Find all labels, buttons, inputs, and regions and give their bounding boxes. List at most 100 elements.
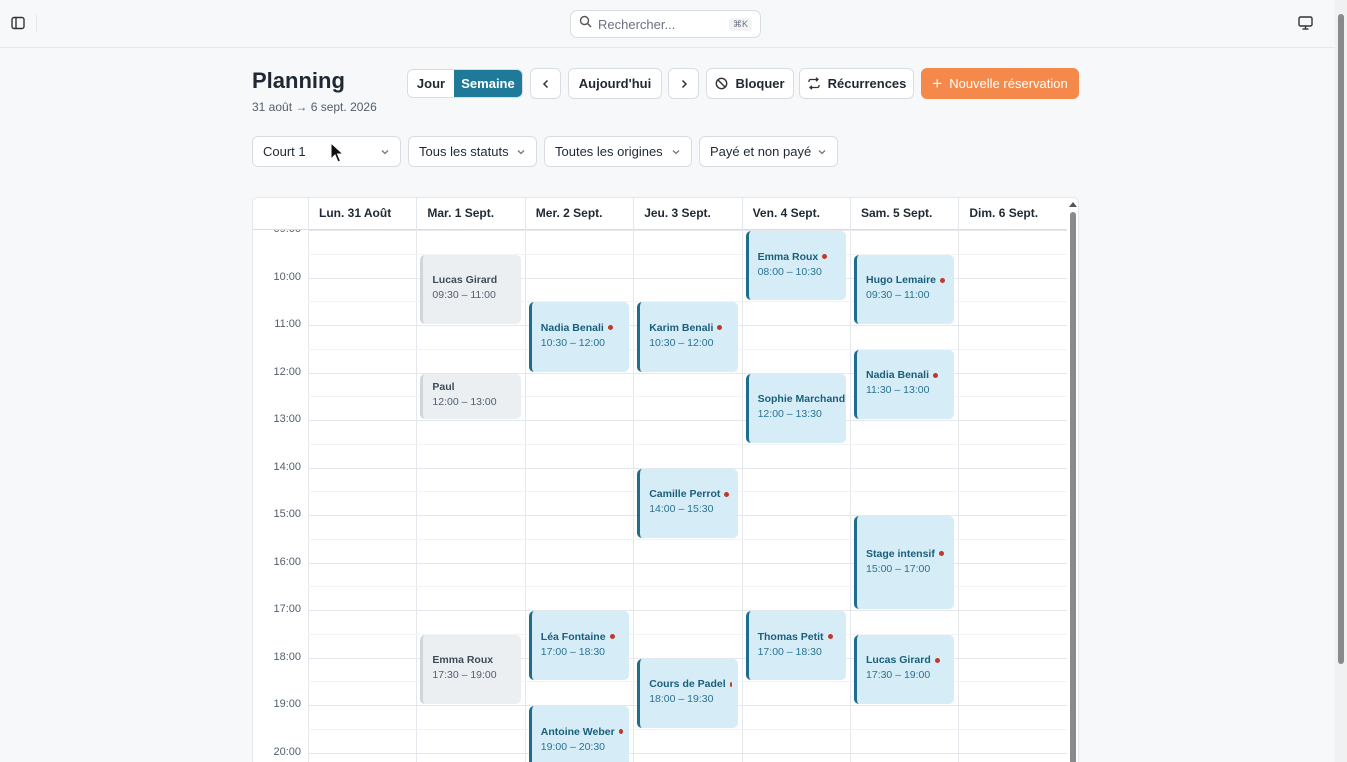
booking-name: Hugo Lemaire bbox=[866, 274, 948, 286]
booking-time: 15:00 – 17:00 bbox=[866, 562, 931, 575]
booking-event[interactable]: Cours de Padel 18:00 – 19:30 bbox=[637, 658, 738, 728]
booking-name: Sophie Marchand bbox=[758, 393, 846, 405]
half-hour-line bbox=[308, 443, 1067, 445]
day-header: Ven. 4 Sept. bbox=[741, 198, 850, 230]
repeat-icon bbox=[807, 77, 820, 90]
booking-name-text: Cours de Padel bbox=[649, 678, 726, 691]
status-filter[interactable]: Tous les statuts bbox=[408, 136, 537, 167]
day-header: Sam. 5 Sept. bbox=[850, 198, 958, 230]
unpaid-dot-icon bbox=[724, 491, 730, 497]
unpaid-dot-icon bbox=[827, 634, 833, 640]
booking-name-text: Léa Fontaine bbox=[540, 630, 606, 643]
booking-name-text: Sophie Marchand bbox=[757, 393, 846, 406]
origin-filter-value: Toutes les origines bbox=[555, 144, 663, 159]
hour-line bbox=[308, 752, 1067, 754]
time-label: 11:00 bbox=[274, 318, 301, 330]
booking-time: 08:00 – 10:30 bbox=[757, 265, 822, 278]
booking-event[interactable]: Thomas Petit 17:00 – 18:30 bbox=[745, 611, 846, 681]
week-calendar: Lun. 31 Août Mar. 1 Sept. Mer. 2 Sept. Jeu.… bbox=[252, 197, 1079, 762]
view-day-button[interactable]: Jour bbox=[408, 70, 454, 97]
unpaid-dot-icon bbox=[717, 325, 723, 331]
previous-week-button[interactable] bbox=[530, 68, 561, 99]
view-week-button[interactable]: Semaine bbox=[454, 70, 522, 97]
payment-filter[interactable]: Payé et non payé bbox=[699, 136, 838, 167]
booking-name: Stage intensif bbox=[866, 548, 948, 560]
hour-line bbox=[308, 610, 1067, 611]
booking-name: Nadia Benali bbox=[541, 322, 623, 334]
top-bar: Rechercher... ⌘K bbox=[0, 0, 1335, 48]
booking-event[interactable]: Antoine Weber 19:00 – 20:30 bbox=[528, 706, 630, 762]
half-hour-line bbox=[308, 728, 1067, 730]
new-booking-button-label: Nouvelle réservation bbox=[949, 76, 1068, 91]
booking-event[interactable]: Emma Roux 17:30 – 19:00 bbox=[420, 634, 521, 704]
recurrences-button-label: Récurrences bbox=[827, 76, 907, 91]
booking-name: Emma Roux bbox=[432, 654, 514, 666]
unpaid-dot-icon bbox=[934, 657, 940, 663]
booking-event[interactable]: Paul 12:00 – 13:00 bbox=[420, 373, 521, 419]
booking-name: Nadia Benali bbox=[866, 369, 948, 381]
calendar-scrollbar[interactable] bbox=[1067, 198, 1078, 762]
scroll-up-arrow-icon[interactable] bbox=[1069, 202, 1077, 207]
chevron-left-icon bbox=[542, 79, 548, 88]
booking-name-text: Emma Roux bbox=[757, 250, 819, 263]
chevron-down-icon bbox=[517, 149, 525, 154]
unpaid-dot-icon bbox=[607, 325, 613, 331]
next-week-button[interactable] bbox=[668, 68, 699, 99]
booking-event[interactable]: Léa Fontaine 17:00 – 18:30 bbox=[528, 611, 630, 681]
time-label: 18:00 bbox=[273, 650, 301, 663]
monitor-icon[interactable] bbox=[1296, 14, 1314, 32]
booking-name-text: Thomas Petit bbox=[757, 630, 824, 643]
chevron-down-icon bbox=[672, 149, 680, 154]
booking-event[interactable]: Nadia Benali 10:30 – 12:00 bbox=[528, 302, 630, 372]
day-header: Dim. 6 Sept. bbox=[958, 198, 1066, 230]
calendar-scrollbar-thumb[interactable] bbox=[1070, 212, 1076, 762]
booking-name: Léa Fontaine bbox=[541, 631, 623, 643]
view-switcher: Jour Semaine bbox=[407, 69, 523, 98]
booking-name: Emma Roux bbox=[758, 251, 840, 263]
page-scrollbar[interactable] bbox=[1335, 0, 1347, 762]
unpaid-dot-icon bbox=[822, 254, 828, 260]
sidebar-toggle-icon[interactable] bbox=[9, 14, 27, 32]
unpaid-dot-icon bbox=[940, 277, 946, 283]
today-button[interactable]: Aujourd'hui bbox=[568, 68, 662, 99]
origin-filter[interactable]: Toutes les origines bbox=[544, 136, 692, 167]
booking-time: 10:30 – 12:00 bbox=[540, 336, 606, 349]
ban-icon bbox=[716, 77, 728, 90]
booking-name: Cours de Padel bbox=[649, 678, 732, 691]
booking-event[interactable]: Stage intensif 15:00 – 17:00 bbox=[854, 516, 955, 609]
booking-event[interactable]: Hugo Lemaire 09:30 – 11:00 bbox=[854, 254, 955, 324]
search-shortcut: ⌘K bbox=[728, 17, 752, 31]
booking-name: Karim Benali bbox=[649, 322, 731, 334]
booking-name-text: Hugo Lemaire bbox=[866, 274, 937, 287]
day-header: Mar. 1 Sept. bbox=[416, 198, 524, 230]
payment-filter-value: Payé et non payé bbox=[710, 144, 812, 159]
booking-event[interactable]: Lucas Girard 17:30 – 19:00 bbox=[854, 634, 955, 704]
page-scrollbar-thumb[interactable] bbox=[1338, 14, 1344, 664]
booking-name: Camille Perrot bbox=[649, 488, 731, 500]
court-filter[interactable]: Court 1 bbox=[252, 136, 401, 167]
search-input[interactable]: Rechercher... ⌘K bbox=[570, 10, 761, 38]
booking-event[interactable]: Sophie Marchand 12:00 – 13:30 bbox=[745, 373, 846, 443]
booking-name-text: Lucas Girard bbox=[866, 654, 931, 667]
booking-event[interactable]: Emma Roux 08:00 – 10:30 bbox=[745, 231, 846, 301]
status-filter-value: Tous les statuts bbox=[419, 144, 509, 159]
booking-name-text: Nadia Benali bbox=[866, 369, 930, 382]
new-booking-button[interactable]: + Nouvelle réservation bbox=[921, 68, 1079, 99]
booking-name-text: Antoine Weber bbox=[540, 725, 615, 738]
block-button[interactable]: Bloquer bbox=[706, 68, 794, 99]
unpaid-dot-icon bbox=[933, 372, 939, 378]
recurrences-button[interactable]: Récurrences bbox=[799, 68, 914, 99]
booking-event[interactable]: Lucas Girard 09:30 – 11:00 bbox=[420, 254, 521, 324]
chevron-right-icon bbox=[681, 79, 687, 88]
booking-event[interactable]: Karim Benali 10:30 – 12:00 bbox=[637, 302, 738, 372]
day-header: Mer. 2 Sept. bbox=[524, 198, 633, 230]
booking-event[interactable]: Camille Perrot 14:00 – 15:30 bbox=[637, 468, 738, 538]
booking-name: Lucas Girard bbox=[866, 654, 948, 666]
time-label: 12:00 bbox=[273, 365, 301, 378]
time-label: 14:00 bbox=[273, 460, 301, 473]
booking-name-text: Paul bbox=[432, 381, 455, 394]
unpaid-dot-icon bbox=[618, 729, 624, 735]
hour-line bbox=[308, 230, 1067, 231]
chevron-down-icon bbox=[818, 149, 826, 154]
booking-event[interactable]: Nadia Benali 11:30 – 13:00 bbox=[854, 349, 955, 419]
